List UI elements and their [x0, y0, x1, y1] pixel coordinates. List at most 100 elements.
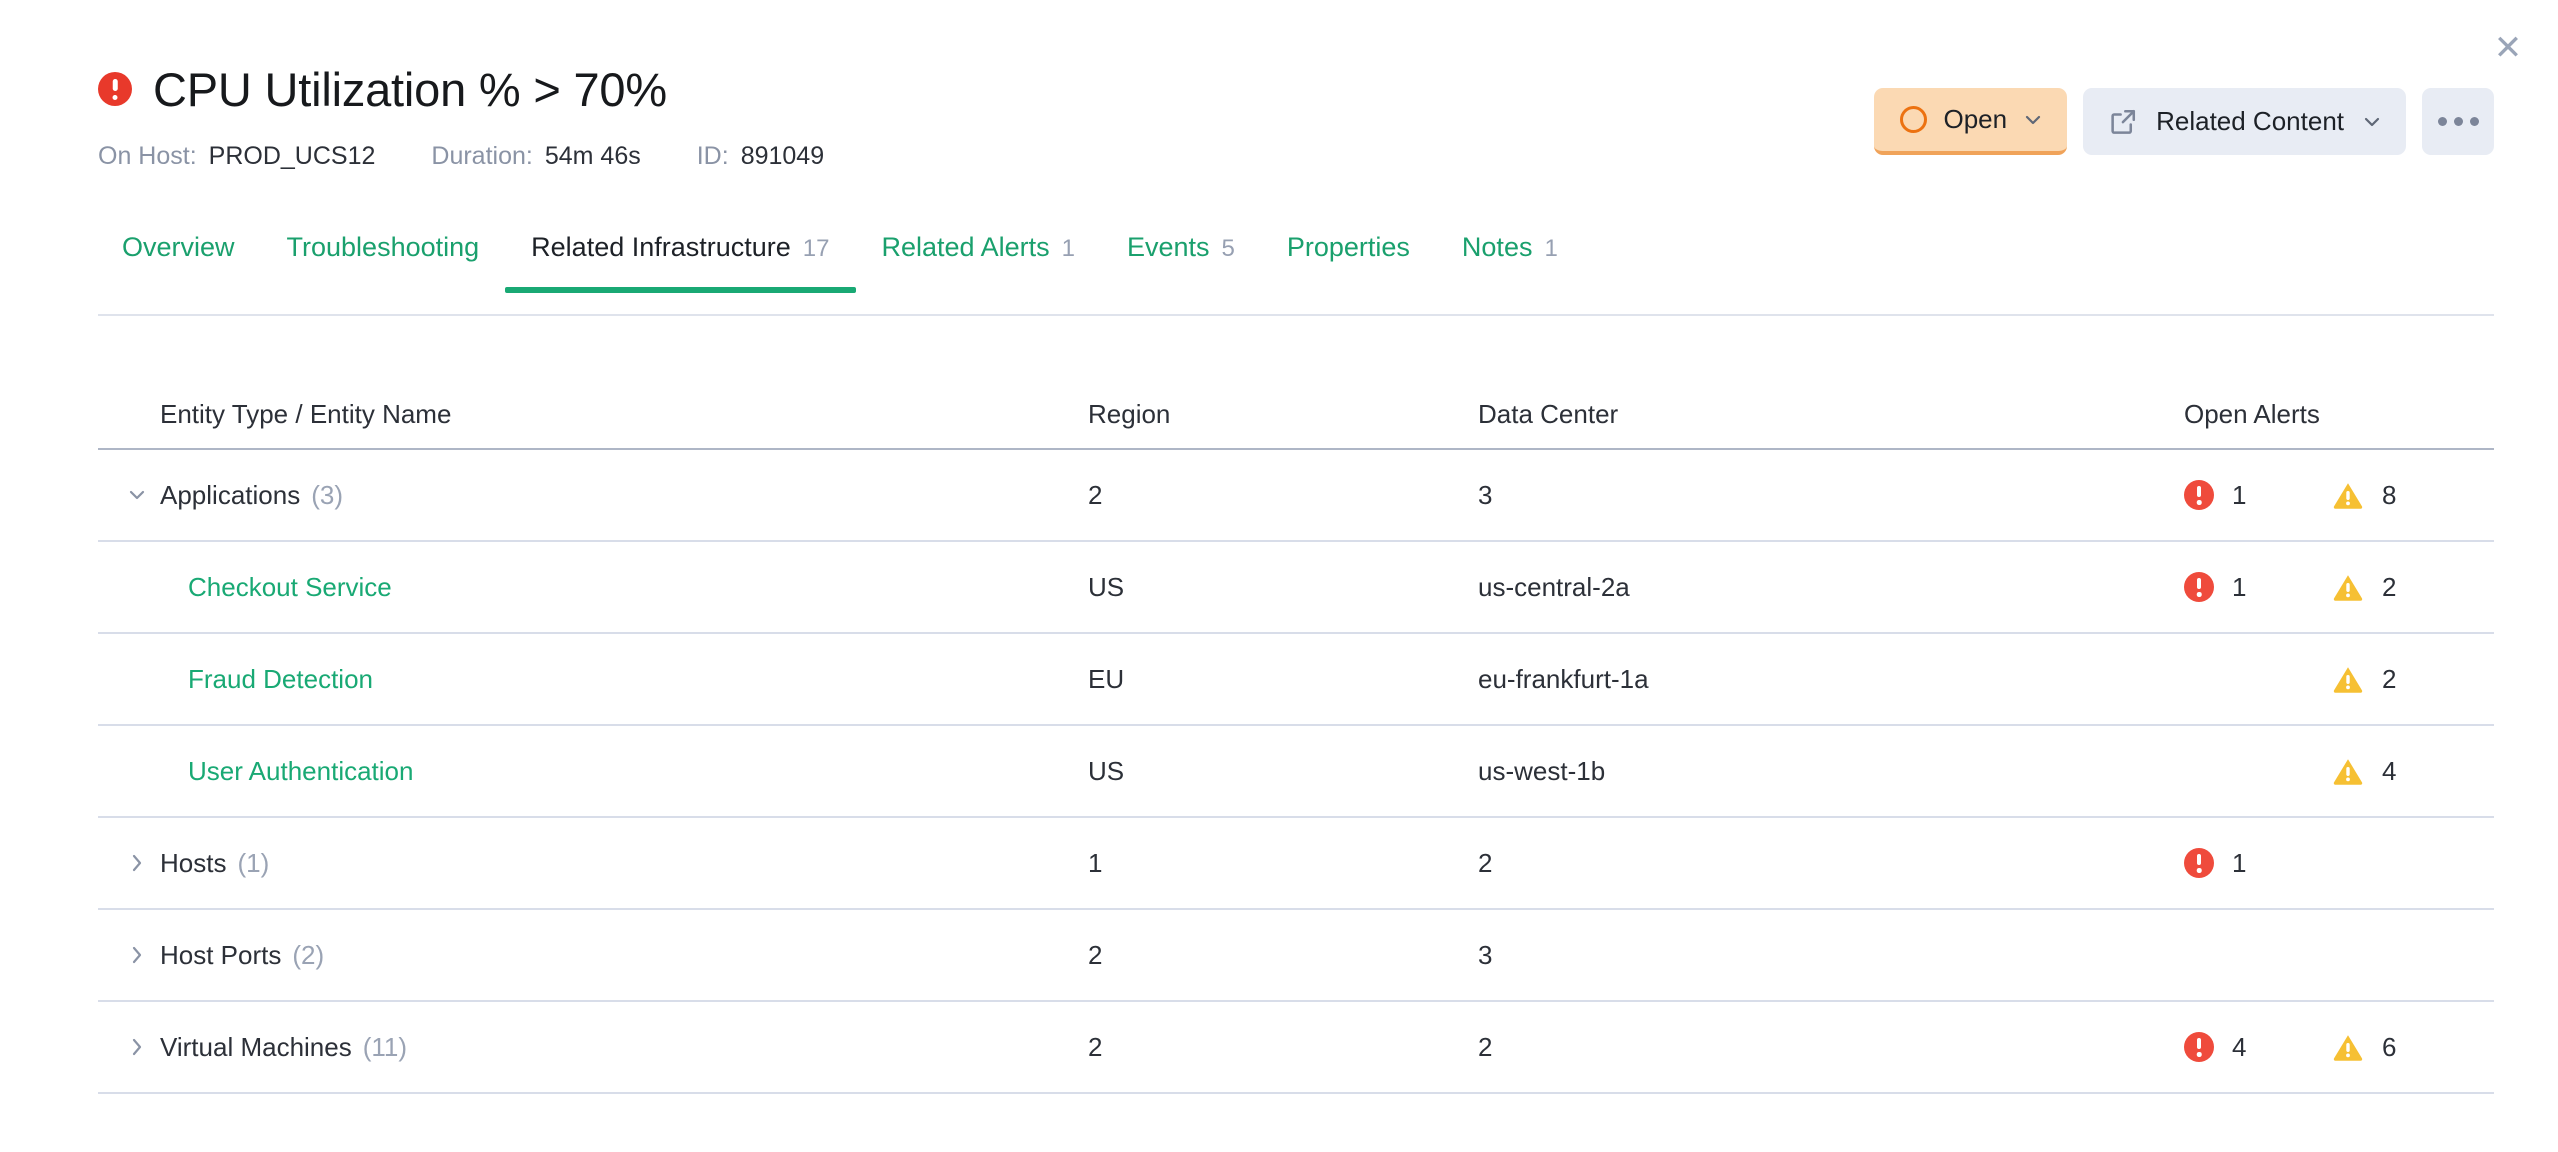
critical-circle-icon [98, 72, 132, 106]
cell-data-center: 3 [1478, 479, 1493, 510]
table-row[interactable]: Fraud Detection EU eu-frankfurt-1a 02 [98, 634, 2494, 726]
status-open-label: Open [1943, 104, 2008, 134]
critical-alert-badge[interactable]: 4 [2184, 1032, 2270, 1063]
warning-alert-badge[interactable]: 4 [2332, 756, 2418, 787]
status-open-button[interactable]: Open [1874, 88, 2068, 155]
cell-entity: Virtual Machines (11) [98, 1032, 1088, 1063]
warning-alert-count: 4 [2382, 755, 2397, 786]
table-group-row[interactable]: Host Ports (2) 2 3 00 [98, 910, 2494, 1002]
critical-circle-icon [2184, 572, 2214, 602]
column-header-data-center: Data Center [1478, 399, 1619, 429]
warning-triangle-icon [2333, 483, 2363, 509]
critical-alert-count: 1 [2232, 479, 2247, 510]
ellipsis-icon [2437, 117, 2447, 126]
cell-region: 1 [1088, 847, 1103, 878]
tab-troubleshooting[interactable]: Troubleshooting [261, 232, 506, 291]
group-label: Hosts [160, 847, 227, 878]
group-count: (11) [362, 1031, 408, 1062]
meta-value: 54m 46s [544, 142, 641, 170]
tab-overview[interactable]: Overview [98, 232, 261, 291]
cell-region: 2 [1088, 1031, 1103, 1062]
critical-alert-count: 1 [2232, 847, 2247, 878]
cell-open-alerts: 04 [2184, 756, 2494, 787]
cell-data-center: 2 [1478, 847, 1493, 878]
cell-open-alerts: 12 [2184, 572, 2494, 603]
cell-entity: Hosts (1) [98, 848, 1088, 879]
tab-label: Overview [122, 232, 235, 262]
column-header-region: Region [1088, 399, 1171, 429]
table-row[interactable]: Checkout Service US us-central-2a 1 2 [98, 542, 2494, 634]
chevron-right-icon[interactable] [98, 1036, 160, 1058]
entity-link[interactable]: User Authentication [98, 756, 413, 787]
warning-alert-count: 6 [2382, 1031, 2397, 1062]
chevron-down-icon [2025, 115, 2041, 124]
cell-data-center: us-west-1b [1478, 755, 1606, 786]
meta-value: PROD_UCS12 [208, 142, 376, 170]
tab-label: Events [1126, 232, 1210, 262]
table-row[interactable]: User Authentication US us-west-1b 04 [98, 726, 2494, 818]
cell-entity: Fraud Detection [98, 664, 1088, 695]
warning-alert-badge[interactable]: 2 [2332, 572, 2418, 603]
cell-region: US [1088, 571, 1125, 602]
tab-count: 1 [1544, 235, 1558, 262]
chevron-right-icon[interactable] [98, 944, 160, 966]
tab-count: 5 [1221, 235, 1235, 262]
more-options-button[interactable] [2422, 88, 2494, 155]
tab-label: Properties [1286, 232, 1410, 262]
table-header-row: Entity Type / Entity Name Region Data Ce… [98, 372, 2494, 450]
group-label: Virtual Machines [160, 1031, 352, 1062]
tab-events[interactable]: Events 5 [1101, 232, 1261, 291]
group-name: Virtual Machines (11) [160, 1032, 407, 1063]
cell-open-alerts: 18 [2184, 480, 2494, 511]
column-header-entity: Entity Type / Entity Name [98, 399, 1088, 430]
ellipsis-icon [2453, 117, 2463, 126]
cell-open-alerts: 46 [2184, 1032, 2494, 1063]
cell-open-alerts: 00 [2184, 940, 2494, 971]
entity-link[interactable]: Checkout Service [98, 572, 392, 603]
tab-related-infrastructure[interactable]: Related Infrastructure 17 [505, 232, 856, 293]
related-infrastructure-table: Entity Type / Entity Name Region Data Ce… [98, 372, 2494, 1094]
table-group-row[interactable]: Virtual Machines (11) 2 2 4 6 [98, 1002, 2494, 1094]
chevron-right-icon[interactable] [98, 852, 160, 874]
circle-outline-icon [1900, 106, 1928, 133]
warning-triangle-icon [2333, 759, 2363, 785]
cell-data-center: us-central-2a [1478, 571, 1630, 602]
entity-link[interactable]: Fraud Detection [98, 664, 373, 695]
table-group-row[interactable]: Hosts (1) 1 2 10 [98, 818, 2494, 910]
cell-entity: Checkout Service [98, 572, 1088, 603]
cell-data-center: 2 [1478, 1031, 1493, 1062]
tab-properties[interactable]: Properties [1261, 232, 1436, 291]
tab-related-alerts[interactable]: Related Alerts 1 [856, 232, 1101, 291]
header-actions: Open Related Content [1874, 88, 2494, 155]
critical-alert-count: 4 [2232, 1031, 2247, 1062]
warning-alert-badge[interactable]: 2 [2332, 664, 2418, 695]
external-link-icon [2111, 109, 2136, 134]
group-count: (3) [311, 479, 343, 510]
cell-region: EU [1088, 663, 1125, 694]
critical-circle-icon [2184, 480, 2214, 510]
related-content-button[interactable]: Related Content [2083, 88, 2406, 155]
warning-triangle-icon [2333, 1035, 2363, 1061]
column-header-open-alerts: Open Alerts [2184, 399, 2494, 430]
warning-alert-badge[interactable]: 6 [2332, 1032, 2418, 1063]
related-content-label: Related Content [2156, 106, 2344, 136]
critical-alert-badge[interactable]: 1 [2184, 572, 2270, 603]
tab-label: Troubleshooting [286, 232, 480, 262]
group-name: Applications (3) [160, 480, 343, 511]
critical-alert-badge[interactable]: 1 [2184, 848, 2270, 879]
table-group-row[interactable]: Applications (3) 2 3 1 8 [98, 450, 2494, 542]
tab-notes[interactable]: Notes 1 [1436, 232, 1584, 291]
cell-region: US [1088, 755, 1125, 786]
column-header-open-alerts-label: Open Alerts [2184, 399, 2320, 429]
tab-count: 17 [802, 235, 830, 262]
warning-alert-badge[interactable]: 8 [2332, 480, 2418, 511]
group-count: (1) [237, 847, 270, 878]
meta-on-host: On Host: PROD_UCS12 [98, 142, 375, 171]
meta-label: ID: [696, 142, 729, 170]
cell-entity: User Authentication [98, 756, 1088, 787]
group-label: Applications [160, 479, 301, 510]
critical-alert-badge[interactable]: 1 [2184, 480, 2270, 511]
tab-bar: Overview Troubleshooting Related Infrastru… [98, 232, 2494, 316]
alert-detail-panel: ✕ CPU Utilization % > 70% On Host: PROD_… [0, 0, 2558, 1152]
chevron-down-icon[interactable] [98, 484, 160, 506]
